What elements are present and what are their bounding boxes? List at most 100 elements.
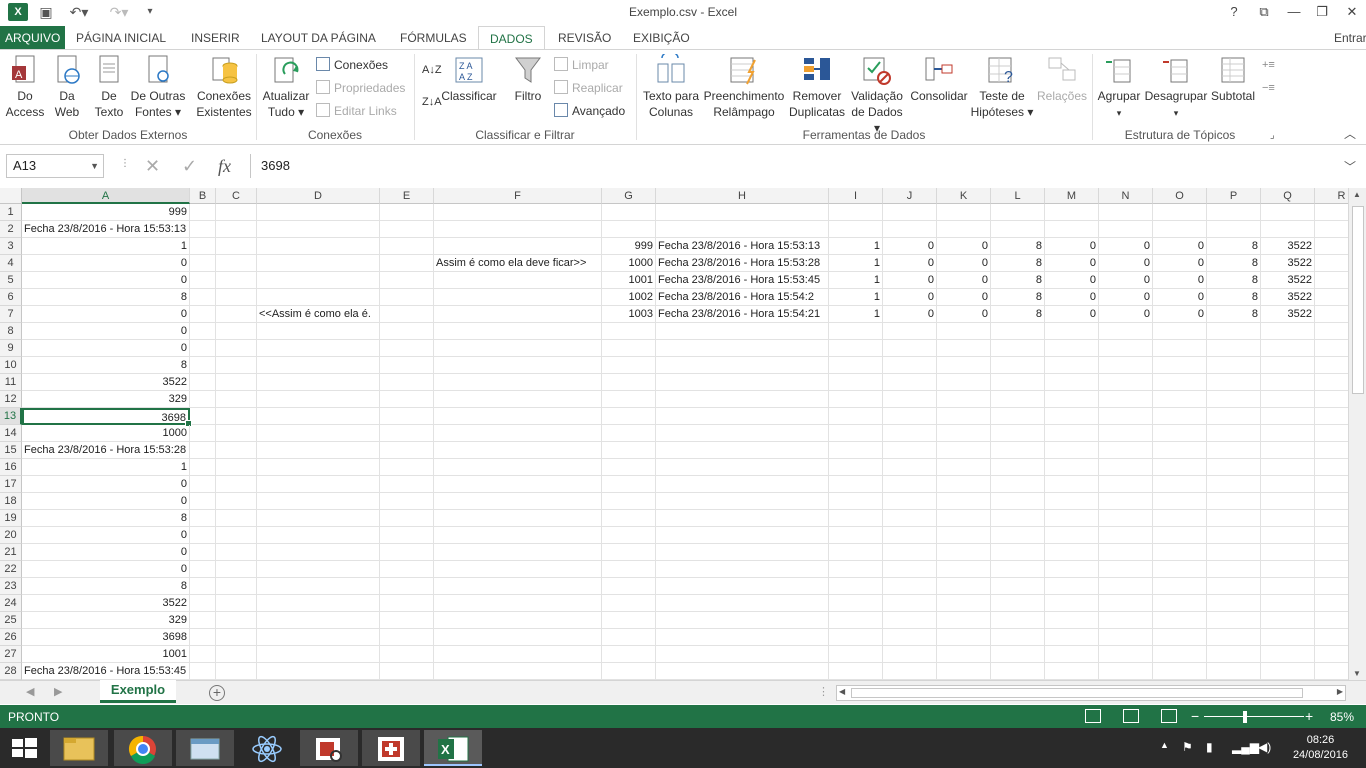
column-header-q[interactable]: Q bbox=[1261, 188, 1315, 204]
cell[interactable] bbox=[1099, 544, 1153, 561]
cell[interactable] bbox=[602, 442, 656, 459]
cell-i5[interactable]: 1 bbox=[829, 272, 883, 289]
cell[interactable] bbox=[1261, 204, 1315, 221]
row-header-24[interactable]: 24 bbox=[0, 595, 22, 612]
cell-a15[interactable]: Fecha 23/8/2016 - Hora 15:53:28 bbox=[22, 442, 190, 459]
network-signal-icon[interactable]: ▂▄▆ bbox=[1232, 740, 1259, 754]
cell[interactable] bbox=[216, 255, 257, 272]
cell[interactable] bbox=[1261, 459, 1315, 476]
cell[interactable] bbox=[937, 425, 991, 442]
cell[interactable] bbox=[434, 544, 602, 561]
cell[interactable] bbox=[1315, 459, 1348, 476]
cell[interactable] bbox=[1207, 544, 1261, 561]
cell[interactable] bbox=[1207, 442, 1261, 459]
excel-taskbar-button[interactable]: X bbox=[424, 730, 482, 766]
cell[interactable] bbox=[380, 527, 434, 544]
column-header-a[interactable]: A bbox=[22, 188, 190, 204]
cell[interactable] bbox=[190, 527, 216, 544]
cell[interactable] bbox=[434, 408, 602, 425]
cell[interactable] bbox=[656, 391, 829, 408]
cell[interactable] bbox=[1153, 221, 1207, 238]
cell[interactable] bbox=[602, 476, 656, 493]
cell[interactable] bbox=[434, 612, 602, 629]
cell[interactable] bbox=[1261, 510, 1315, 527]
cell[interactable] bbox=[1099, 221, 1153, 238]
column-header-i[interactable]: I bbox=[829, 188, 883, 204]
cell[interactable] bbox=[1153, 374, 1207, 391]
cell[interactable] bbox=[991, 340, 1045, 357]
cell-a6[interactable]: 8 bbox=[22, 289, 190, 306]
cell[interactable] bbox=[380, 272, 434, 289]
column-header-n[interactable]: N bbox=[1099, 188, 1153, 204]
prev-sheet-icon[interactable]: ◀ bbox=[26, 685, 34, 698]
cell[interactable] bbox=[216, 408, 257, 425]
cell[interactable] bbox=[602, 221, 656, 238]
cell[interactable] bbox=[1045, 425, 1099, 442]
cell[interactable] bbox=[883, 544, 937, 561]
cell[interactable] bbox=[602, 204, 656, 221]
cell-p5[interactable]: 8 bbox=[1207, 272, 1261, 289]
cell[interactable] bbox=[1207, 561, 1261, 578]
hide-detail-icon[interactable]: −≡ bbox=[1262, 78, 1275, 98]
cell[interactable] bbox=[1099, 578, 1153, 595]
ungroup-button[interactable]: Desagrupar ▾ bbox=[1144, 54, 1208, 121]
cell[interactable] bbox=[1153, 391, 1207, 408]
cell-j7[interactable]: 0 bbox=[883, 306, 937, 323]
cell[interactable] bbox=[1261, 646, 1315, 663]
cell[interactable] bbox=[656, 527, 829, 544]
cell-p7[interactable]: 8 bbox=[1207, 306, 1261, 323]
cell[interactable] bbox=[380, 493, 434, 510]
cell[interactable] bbox=[434, 442, 602, 459]
cell[interactable] bbox=[883, 221, 937, 238]
enter-icon[interactable]: ✓ bbox=[182, 156, 197, 177]
cell[interactable] bbox=[1207, 408, 1261, 425]
cell[interactable] bbox=[216, 221, 257, 238]
cell[interactable] bbox=[257, 527, 380, 544]
cell-a18[interactable]: 0 bbox=[22, 493, 190, 510]
cell[interactable] bbox=[1045, 459, 1099, 476]
cancel-icon[interactable]: ✕ bbox=[145, 156, 160, 177]
cell[interactable] bbox=[190, 425, 216, 442]
from-text-button[interactable]: De Texto bbox=[91, 54, 127, 120]
cell[interactable] bbox=[1315, 561, 1348, 578]
name-box[interactable]: A13 ▼ bbox=[6, 154, 104, 178]
row-header-12[interactable]: 12 bbox=[0, 391, 22, 408]
cell[interactable] bbox=[257, 255, 380, 272]
cell[interactable] bbox=[257, 289, 380, 306]
cell[interactable] bbox=[602, 527, 656, 544]
cell[interactable] bbox=[380, 221, 434, 238]
column-header-r[interactable]: R bbox=[1315, 188, 1348, 204]
cell[interactable] bbox=[991, 578, 1045, 595]
cell-p4[interactable]: 8 bbox=[1207, 255, 1261, 272]
cell[interactable] bbox=[883, 493, 937, 510]
cell[interactable] bbox=[1207, 595, 1261, 612]
cell[interactable] bbox=[1045, 357, 1099, 374]
cell[interactable] bbox=[434, 306, 602, 323]
cell[interactable] bbox=[1261, 544, 1315, 561]
cell-n6[interactable]: 0 bbox=[1099, 289, 1153, 306]
cell[interactable] bbox=[1207, 357, 1261, 374]
app-taskbar-button-4[interactable] bbox=[362, 730, 420, 766]
properties-button[interactable]: Propriedades bbox=[316, 78, 405, 98]
cell[interactable] bbox=[1315, 612, 1348, 629]
cell[interactable] bbox=[257, 663, 380, 680]
cell[interactable] bbox=[656, 408, 829, 425]
cell[interactable] bbox=[883, 204, 937, 221]
cell-a27[interactable]: 1001 bbox=[22, 646, 190, 663]
cell[interactable] bbox=[829, 204, 883, 221]
cell-o7[interactable]: 0 bbox=[1153, 306, 1207, 323]
cell[interactable] bbox=[380, 561, 434, 578]
cell-q3[interactable]: 3522 bbox=[1261, 238, 1315, 255]
cell-g4[interactable]: 1000 bbox=[602, 255, 656, 272]
cell[interactable] bbox=[1153, 578, 1207, 595]
row-header-4[interactable]: 4 bbox=[0, 255, 22, 272]
sort-button[interactable]: Z AA Z Classificar bbox=[440, 54, 498, 104]
cell[interactable] bbox=[257, 425, 380, 442]
chrome-taskbar-button[interactable] bbox=[114, 730, 172, 766]
outline-dialog-launcher-icon[interactable]: ⌟ bbox=[1270, 126, 1275, 146]
cell[interactable] bbox=[1153, 612, 1207, 629]
cell-j3[interactable]: 0 bbox=[883, 238, 937, 255]
cell[interactable] bbox=[1315, 578, 1348, 595]
cell[interactable] bbox=[434, 374, 602, 391]
cell[interactable] bbox=[1261, 629, 1315, 646]
